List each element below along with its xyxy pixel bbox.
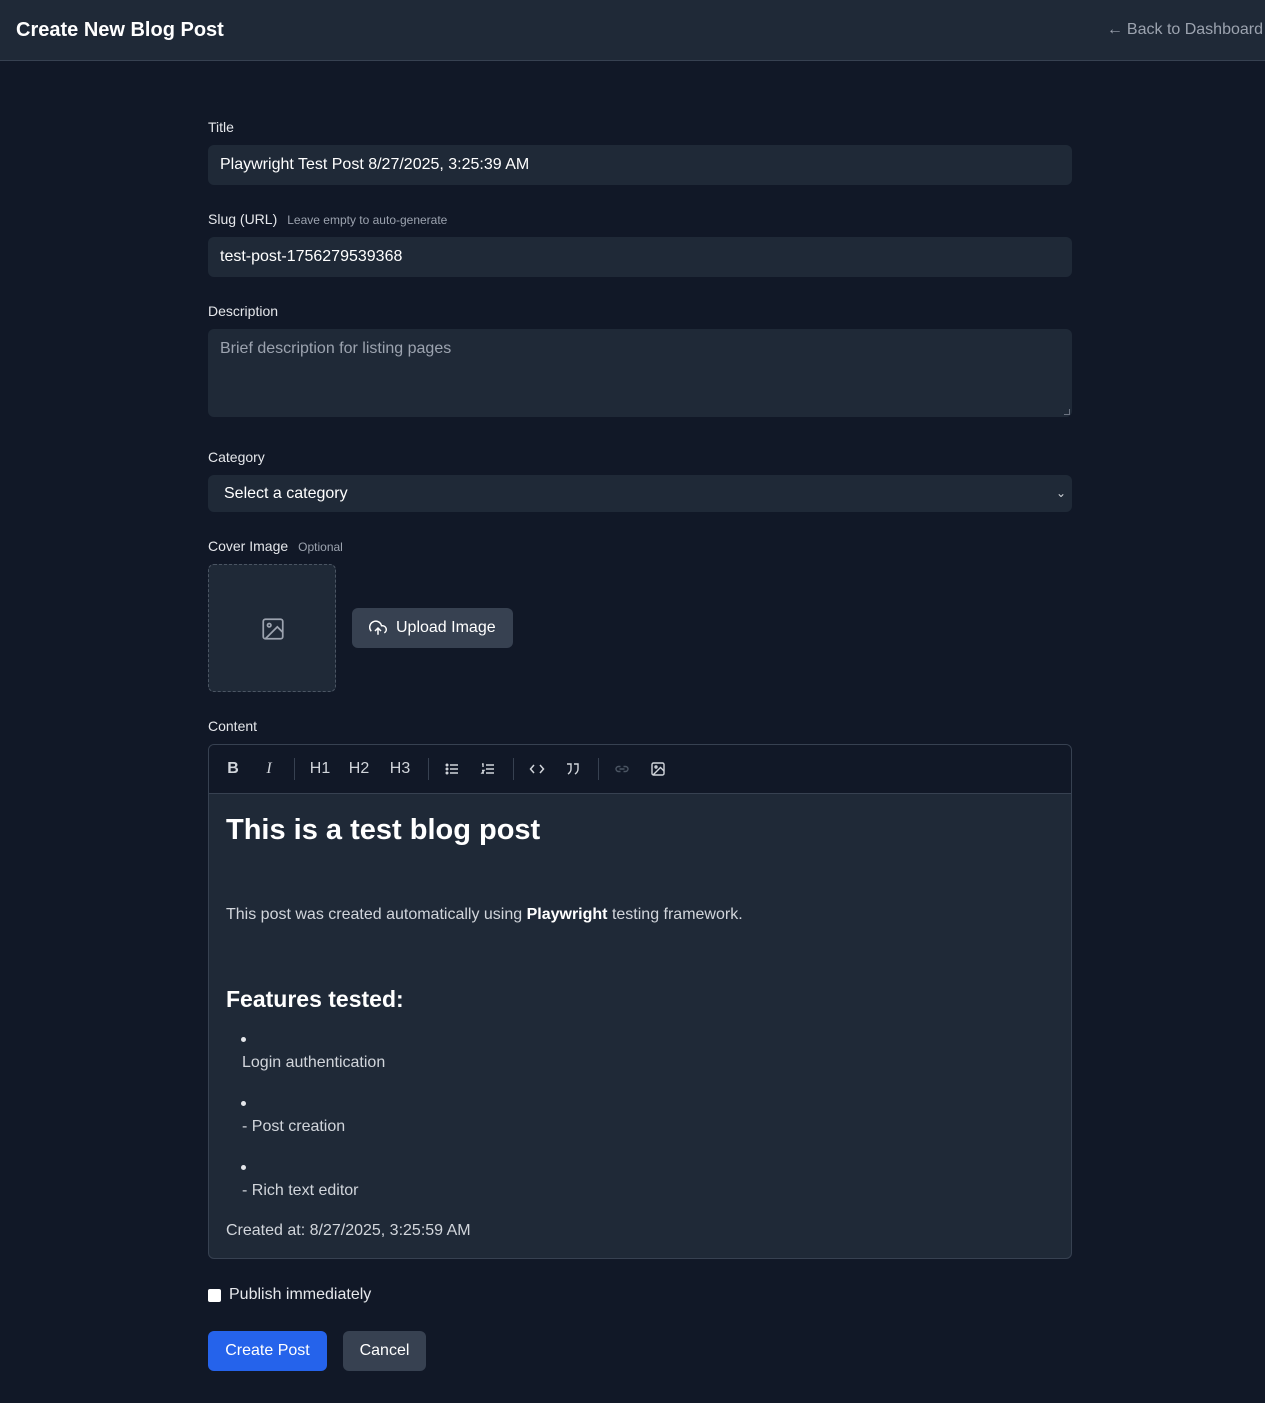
category-label: Category: [208, 449, 265, 465]
ordered-list-icon: [480, 763, 494, 774]
resize-handle[interactable]: [1064, 409, 1070, 415]
slug-input[interactable]: test-post-1756279539368: [208, 237, 1072, 277]
link-button[interactable]: [613, 757, 631, 781]
description-textarea[interactable]: Brief description for listing pages: [208, 329, 1072, 417]
code-icon: [529, 764, 545, 774]
create-post-button[interactable]: Create Post: [208, 1331, 327, 1371]
list-item: Login authentication: [242, 1054, 386, 1071]
cloud-upload-icon: [369, 620, 387, 635]
upload-image-button[interactable]: Upload Image: [352, 608, 513, 648]
description-placeholder: Brief description for listing pages: [220, 340, 452, 357]
cover-image-placeholder[interactable]: [208, 564, 336, 692]
publish-option: Publish immediately: [208, 1286, 371, 1304]
paragraph-text-end: testing framework.: [607, 906, 743, 923]
quote-icon: [567, 763, 579, 775]
title-label: Title: [208, 119, 234, 135]
content-subheading: Features tested:: [226, 986, 404, 1012]
list-bullet: [241, 1037, 246, 1042]
list-bullet: [241, 1101, 246, 1106]
content-label: Content: [208, 718, 258, 734]
toolbar-divider: [428, 758, 429, 780]
paragraph-text: This post was created automatically usin…: [226, 906, 527, 923]
quote-button[interactable]: [564, 757, 582, 781]
code-button[interactable]: [528, 757, 546, 781]
back-to-dashboard-link[interactable]: ← Back to Dashboard: [1107, 21, 1263, 39]
rich-text-editor[interactable]: B I H1 H2 H3 This is a test blog post Th…: [208, 744, 1072, 1259]
list-item: - Post creation: [242, 1118, 346, 1135]
arrow-left-icon: ←: [1106, 21, 1123, 38]
heading-1-button[interactable]: H1: [308, 757, 332, 781]
top-bar: Create New Blog Post ← Back to Dashboard: [0, 0, 1265, 61]
bullet-list-icon: [445, 763, 458, 775]
publish-label: Publish immediately: [229, 1286, 372, 1303]
link-icon: [615, 765, 629, 773]
content-heading: This is a test blog post: [226, 814, 541, 846]
upload-image-label: Upload Image: [396, 619, 496, 636]
slug-hint: Leave empty to auto-generate: [287, 213, 448, 227]
page-title: Create New Blog Post: [16, 19, 224, 41]
toolbar-divider: [598, 758, 599, 780]
slug-label-row: Slug (URL) Leave empty to auto-generate: [208, 211, 447, 227]
italic-button[interactable]: I: [261, 757, 277, 781]
category-selected-value: Select a category: [224, 485, 348, 502]
image-placeholder-icon: [262, 618, 284, 640]
bullet-list-button[interactable]: [443, 757, 461, 781]
heading-2-button[interactable]: H2: [347, 757, 371, 781]
toolbar-divider: [294, 758, 295, 780]
cover-image-label: Cover Image: [208, 538, 289, 554]
publish-checkbox[interactable]: [208, 1288, 221, 1302]
ordered-list-button[interactable]: [479, 757, 497, 781]
title-input[interactable]: Playwright Test Post 8/27/2025, 3:25:39 …: [208, 145, 1072, 185]
image-icon: [651, 762, 665, 776]
back-link-label: Back to Dashboard: [1126, 21, 1263, 38]
bold-button[interactable]: B: [225, 757, 241, 781]
list-item: - Rich text editor: [242, 1182, 359, 1199]
cover-label-row: Cover Image Optional: [208, 538, 343, 554]
content-paragraph: This post was created automatically usin…: [226, 906, 743, 924]
slug-label: Slug (URL): [208, 211, 278, 227]
heading-3-button[interactable]: H3: [388, 757, 412, 781]
list-bullet: [241, 1165, 246, 1170]
description-label: Description: [208, 303, 279, 319]
toolbar-divider: [513, 758, 514, 780]
cancel-button[interactable]: Cancel: [343, 1331, 426, 1371]
created-at-text: Created at: 8/27/2025, 3:25:59 AM: [226, 1222, 471, 1239]
paragraph-bold-text: Playwright: [526, 906, 608, 923]
category-select[interactable]: Select a category ⌄: [208, 475, 1072, 512]
chevron-down-icon: ⌄: [1055, 486, 1066, 500]
cover-optional-hint: Optional: [298, 540, 343, 554]
insert-image-button[interactable]: [649, 757, 667, 781]
editor-toolbar: B I H1 H2 H3: [209, 745, 1071, 794]
